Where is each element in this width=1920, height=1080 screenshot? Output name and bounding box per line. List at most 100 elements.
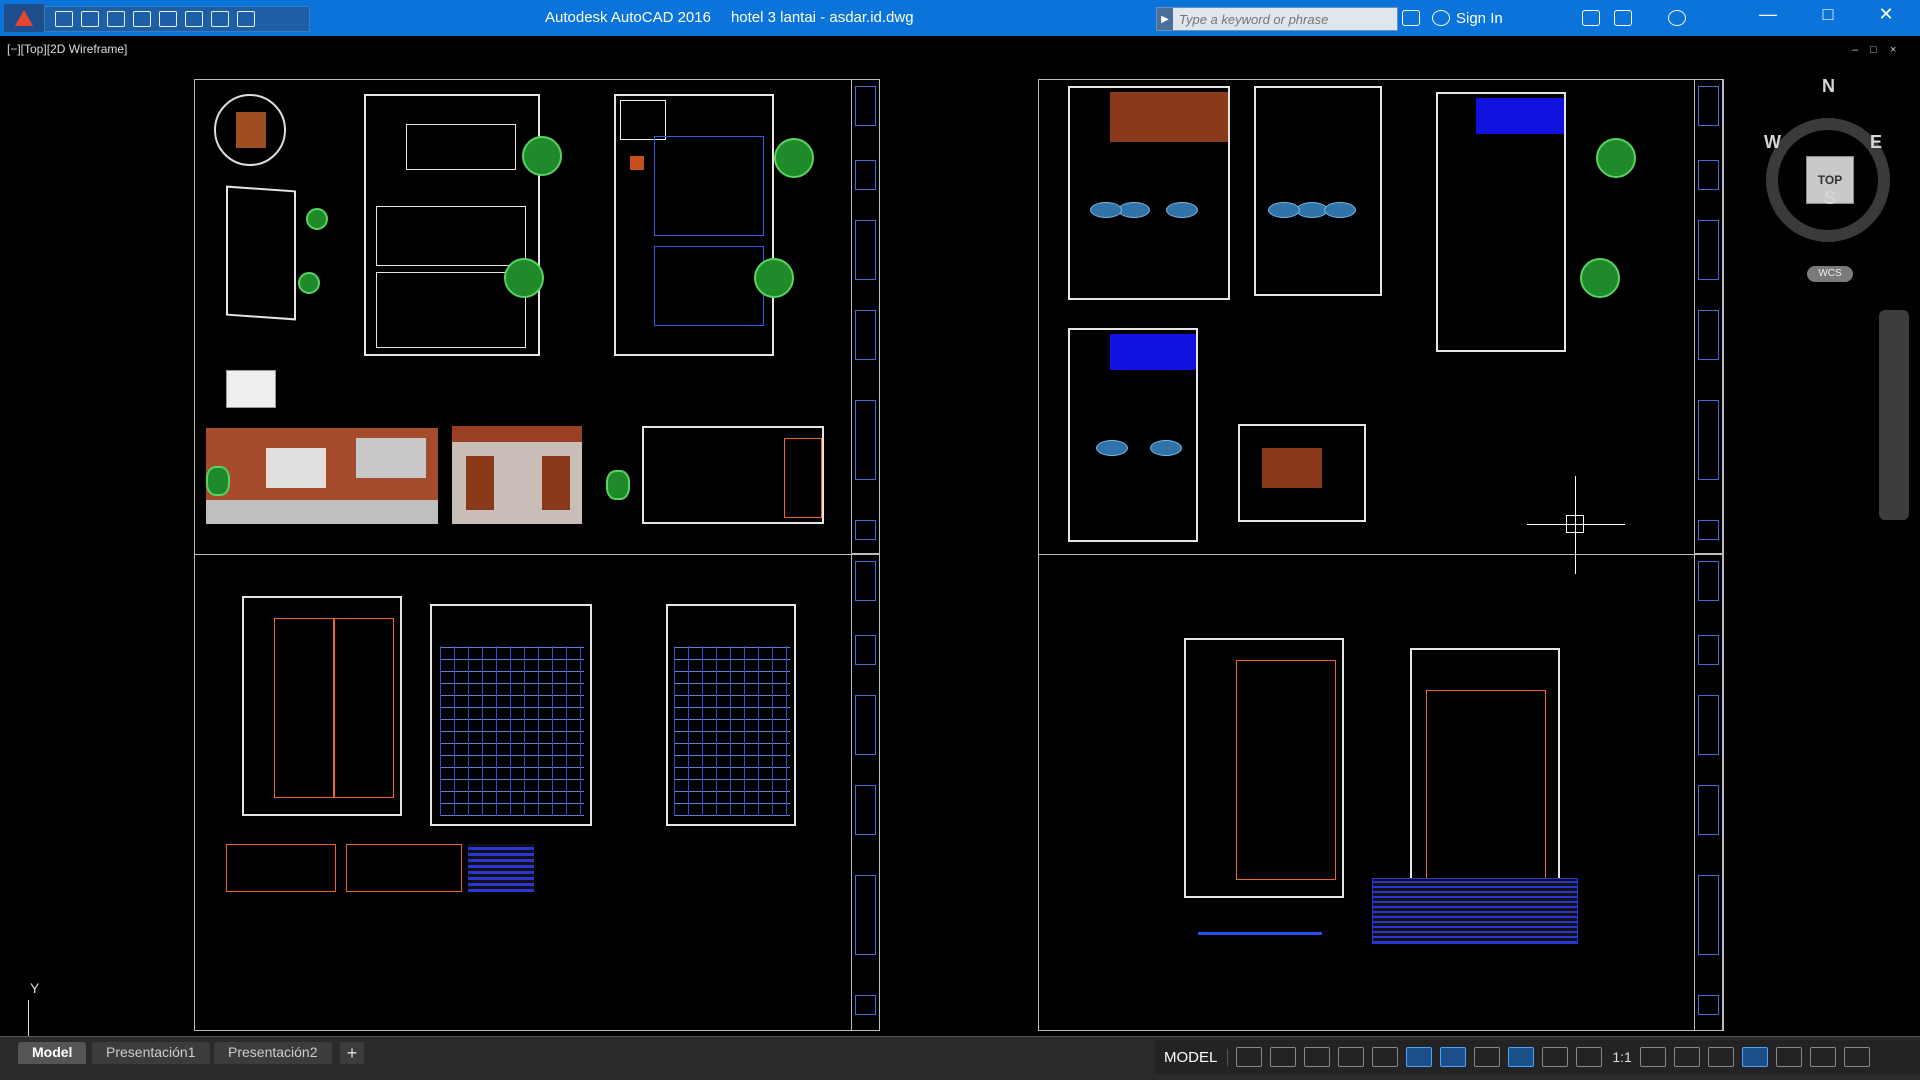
annotation-scale-value[interactable]: 1:1 [1612,1049,1631,1065]
units-icon[interactable] [1707,1047,1734,1067]
compass-south[interactable]: S [1824,188,1836,209]
lineweight-icon[interactable] [1474,1047,1501,1067]
compass-west[interactable]: W [1764,132,1781,153]
ortho-icon[interactable] [1304,1047,1331,1067]
bed-icon [1268,202,1300,218]
third-floor-plan [1254,86,1382,296]
cursor-pickbox [1566,515,1584,533]
annotation-visibility-icon[interactable] [1508,1047,1535,1067]
search-expand-icon[interactable]: ▶ [1157,8,1173,30]
tree-icon [1596,138,1636,178]
app-name: Autodesk AutoCAD 2016 [545,9,711,26]
tab-model[interactable]: Model [18,1042,87,1064]
front-elevation [206,428,438,524]
second-floor-plan [1068,86,1230,300]
title-block [851,554,880,1031]
tree-icon [606,470,630,500]
tree-icon [206,466,230,496]
tree-icon [754,258,794,298]
polar-tracking-icon[interactable] [1338,1047,1365,1067]
fourth-floor-plan [1068,328,1198,542]
tree-icon [298,272,320,294]
save-icon[interactable] [107,11,125,27]
close-button[interactable]: ✕ [1866,4,1906,25]
first-floor-plan [614,94,774,356]
data-table-image [226,370,276,408]
electrical-plan-upper [1410,648,1560,898]
rear-elevation [1238,424,1366,522]
autocad-logo-icon [15,10,33,26]
compass-north[interactable]: N [1822,76,1835,97]
roof-framing-plan [430,604,592,826]
quick-access-toolbar [44,6,310,32]
annotation-scale-icon[interactable] [1576,1047,1603,1067]
undo-icon[interactable] [185,11,203,27]
add-layout-button[interactable]: + [340,1042,364,1064]
schedule-table [1372,878,1578,944]
user-icon[interactable] [1432,10,1450,26]
workspace-switching-icon[interactable] [1639,1047,1666,1067]
snap-icon[interactable] [1270,1047,1297,1067]
auto-scale-icon[interactable] [1542,1047,1569,1067]
exchange-icon[interactable] [1582,10,1600,26]
plus-icon[interactable] [1673,1047,1700,1067]
bed-icon [1166,202,1198,218]
tree-icon [522,136,562,176]
bed-icon [1150,440,1182,456]
minimize-button[interactable]: — [1748,4,1788,25]
binoculars-icon[interactable] [1402,10,1420,26]
print-icon[interactable] [159,11,177,27]
object-snap-icon[interactable] [1440,1047,1467,1067]
file-name: hotel 3 lantai - asdar.id.dwg [730,9,914,26]
compass-east[interactable]: E [1870,132,1882,153]
title-bar: Autodesk AutoCAD 2016 hotel 3 lantai - as… [0,0,1920,36]
title-block [1694,554,1723,1031]
sign-in-button[interactable]: Sign In [1456,10,1503,27]
plan-caption [1198,932,1322,935]
save-as-icon[interactable] [133,11,151,27]
legend-table [346,844,462,892]
site-plan [226,185,296,321]
maximize-button[interactable]: □ [1808,4,1848,25]
sheet-divider [194,554,880,555]
isodraft-icon[interactable] [1372,1047,1399,1067]
ucs-y-label: Y [30,980,40,996]
wcs-menu[interactable]: WCS [1807,266,1853,282]
customization-menu-icon[interactable] [1843,1047,1870,1067]
search-box[interactable]: ▶ [1156,7,1398,31]
customize-toolbar-icon[interactable] [237,11,255,27]
roof-plan [1436,92,1566,352]
window-title: Autodesk AutoCAD 2016 hotel 3 lantai - as… [545,9,914,26]
side-elevation [452,426,582,524]
search-input[interactable] [1173,11,1393,27]
tab-presentacion1[interactable]: Presentación1 [92,1042,210,1064]
tree-icon [306,208,328,230]
tree-icon [1580,258,1620,298]
status-bar: MODEL 1:1 [1154,1040,1920,1074]
ground-floor-plan [364,94,540,356]
application-menu-button[interactable] [4,4,44,32]
legend-table [226,844,336,892]
tree-icon [774,138,814,178]
title-block [1694,79,1723,554]
clean-screen-icon[interactable] [1809,1047,1836,1067]
a360-icon[interactable] [1614,10,1632,26]
model-space-button[interactable]: MODEL [1154,1048,1229,1066]
tab-presentacion2[interactable]: Presentación2 [214,1042,332,1064]
hardware-acceleration-icon[interactable] [1775,1047,1802,1067]
open-icon[interactable] [81,11,99,27]
navigation-bar[interactable] [1879,310,1909,520]
help-icon[interactable] [1668,10,1686,26]
bed-icon [1096,440,1128,456]
drawing-canvas[interactable]: TOP N S E W WCS Y X [0,36,1920,1060]
bed-icon [1090,202,1122,218]
redo-icon[interactable] [211,11,229,27]
bed-icon [1324,202,1356,218]
isolate-objects-icon[interactable] [1741,1047,1768,1067]
tree-icon [504,258,544,298]
grid-icon[interactable] [1236,1047,1263,1067]
electrical-plan-lower [1184,638,1344,898]
object-snap-tracking-icon[interactable] [1406,1047,1433,1067]
electrical-plan [242,596,402,816]
new-icon[interactable] [55,11,73,27]
